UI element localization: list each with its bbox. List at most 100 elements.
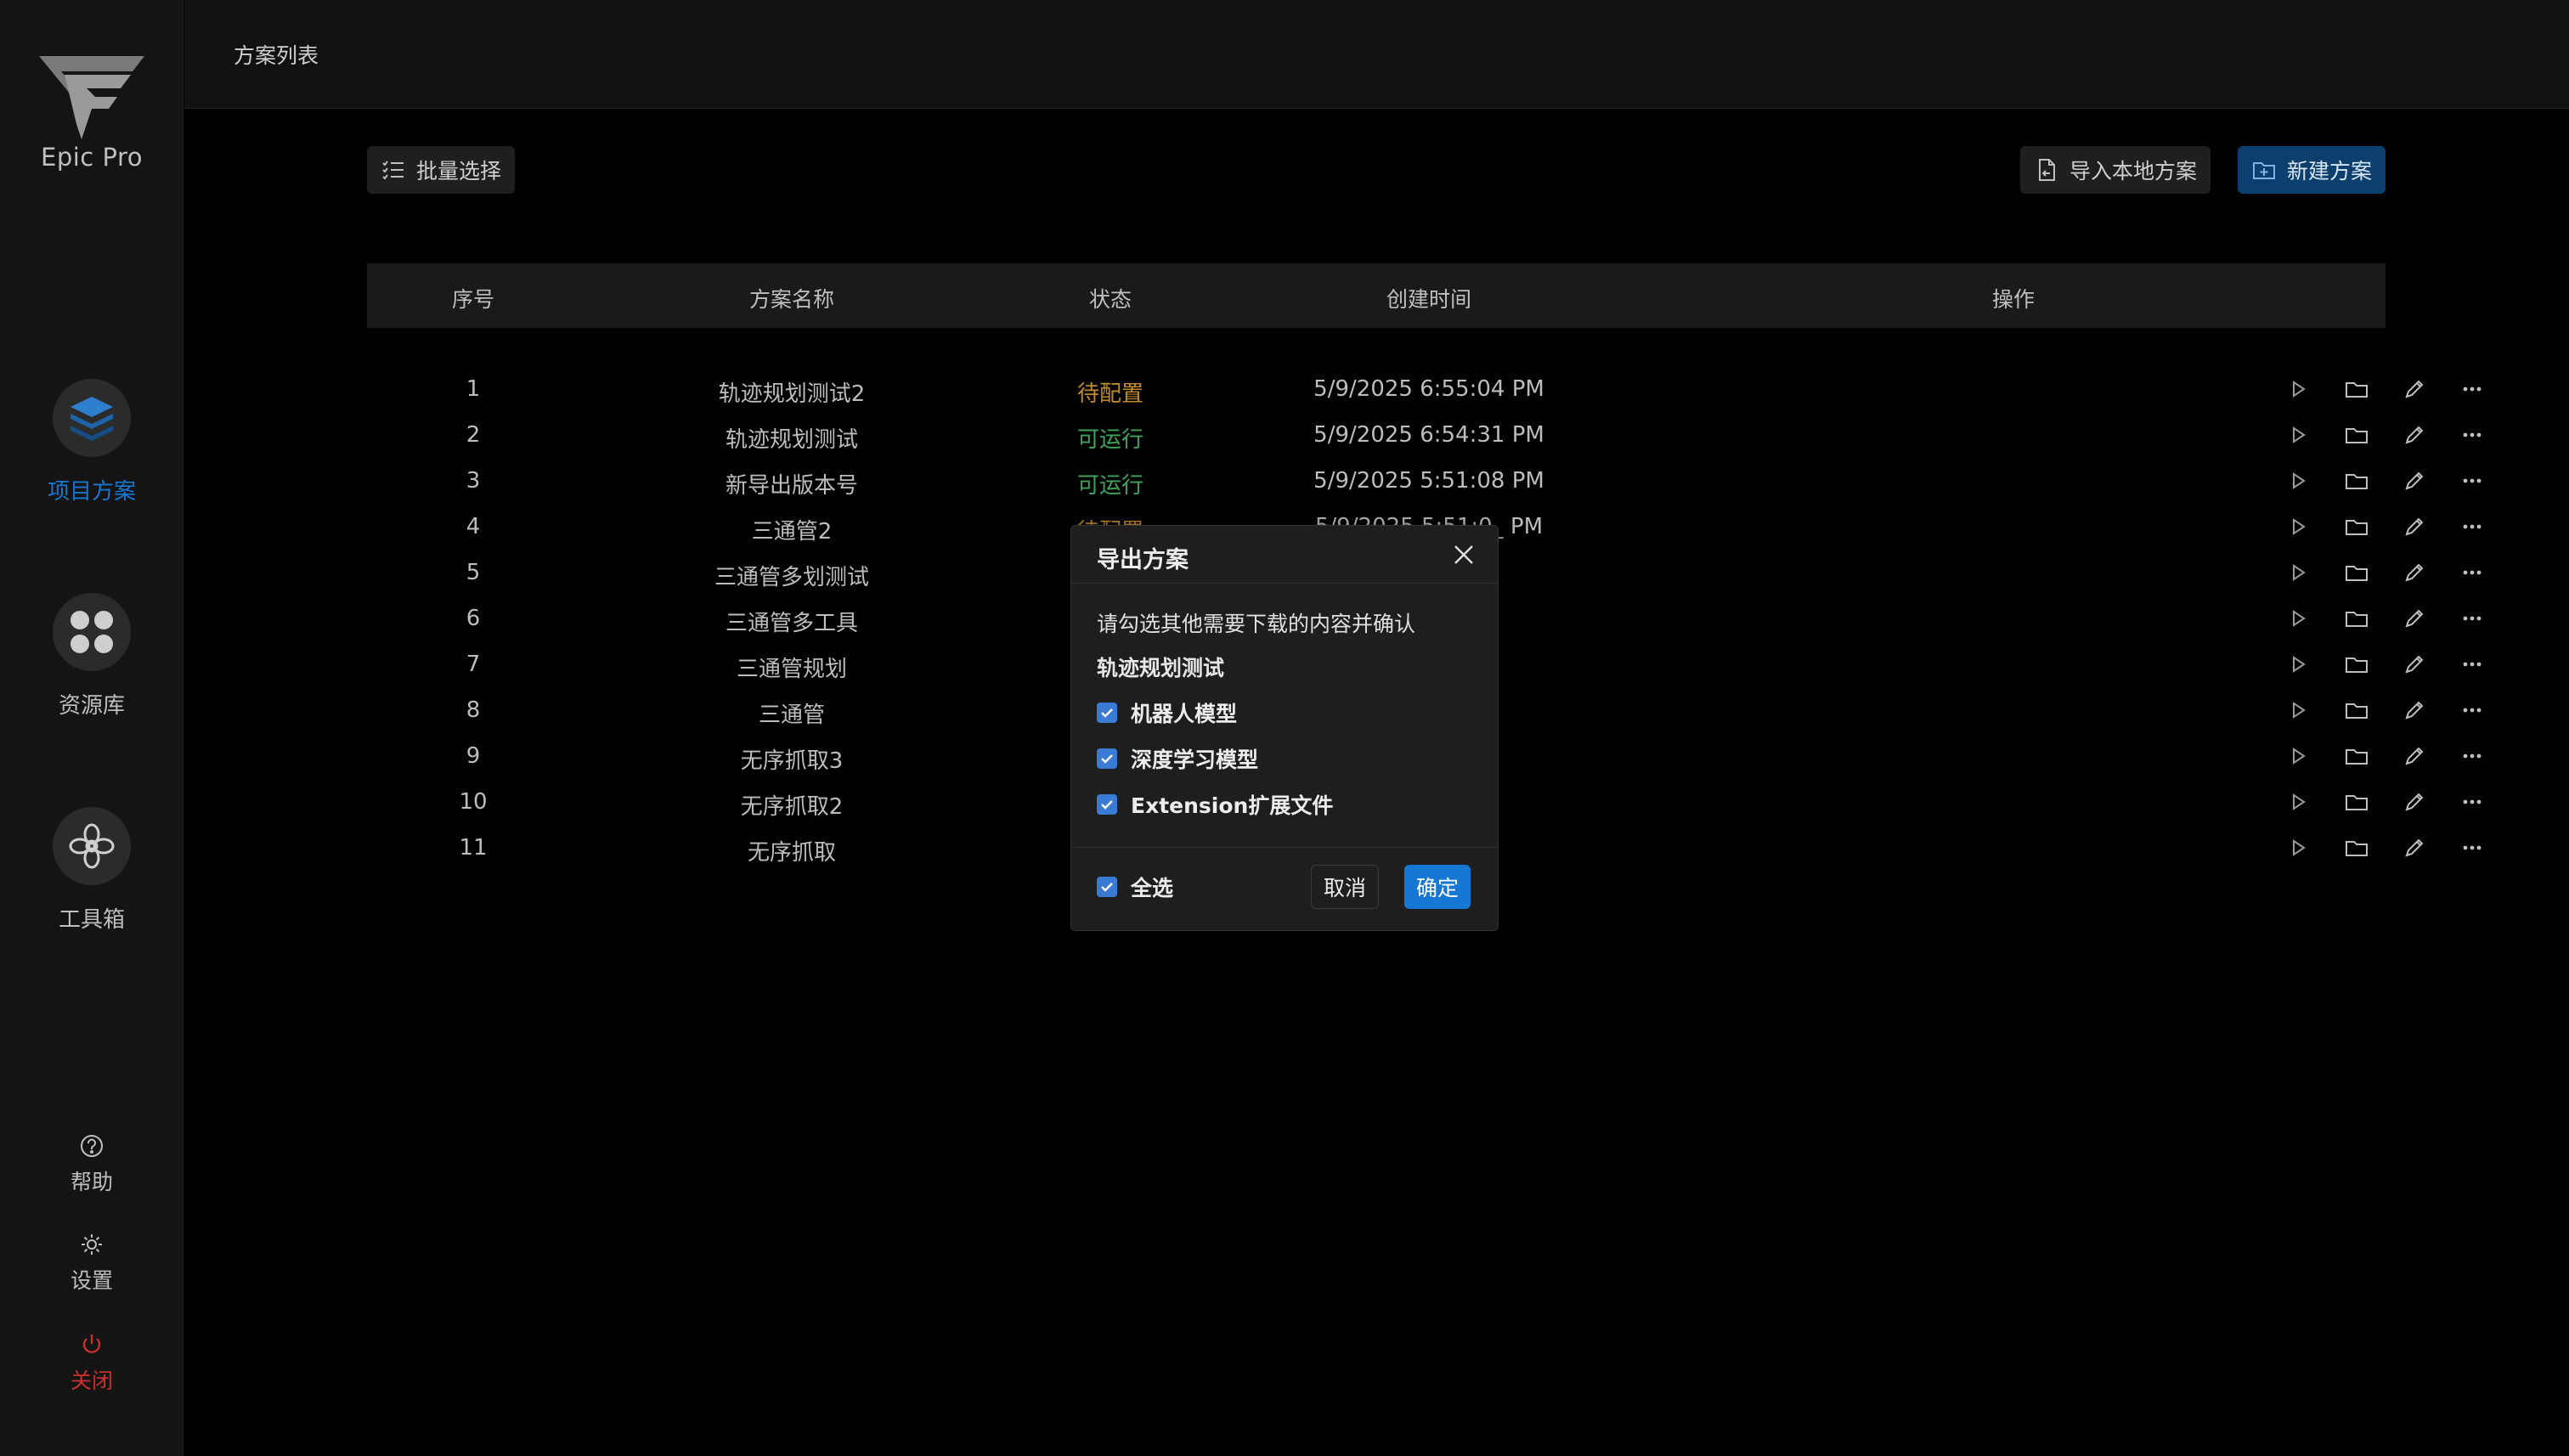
option-deep-learning-model[interactable]: 深度学习模型 xyxy=(1097,743,1258,774)
edit-button[interactable] xyxy=(2386,466,2443,495)
play-button[interactable] xyxy=(2270,650,2328,679)
play-button[interactable] xyxy=(2270,420,2328,449)
sidebar-item-resources[interactable]: 资源库 xyxy=(0,593,184,720)
edit-button[interactable] xyxy=(2386,696,2443,725)
folder-icon xyxy=(2346,428,2368,443)
folder-button[interactable] xyxy=(2328,833,2386,862)
folder-button[interactable] xyxy=(2328,512,2386,541)
row-actions xyxy=(2270,742,2501,770)
edit-button[interactable] xyxy=(2386,787,2443,816)
more-button[interactable] xyxy=(2443,742,2501,770)
more-button[interactable] xyxy=(2443,466,2501,495)
dialog-description: 请勾选其他需要下载的内容并确认 xyxy=(1097,612,1416,636)
edit-button[interactable] xyxy=(2386,742,2443,770)
more-icon xyxy=(2463,799,2481,804)
edit-icon xyxy=(2405,609,2424,628)
edit-button[interactable] xyxy=(2386,604,2443,633)
play-icon xyxy=(2293,381,2306,398)
cell-index: 6 xyxy=(466,606,481,631)
edit-button[interactable] xyxy=(2386,650,2443,679)
sidebar-item-projects[interactable]: 项目方案 xyxy=(0,379,184,505)
play-button[interactable] xyxy=(2270,466,2328,495)
play-icon xyxy=(2293,564,2306,581)
folder-button[interactable] xyxy=(2328,558,2386,587)
confirm-button[interactable]: 确定 xyxy=(1404,865,1471,909)
more-button[interactable] xyxy=(2443,696,2501,725)
import-local-button[interactable]: 导入本地方案 xyxy=(2020,146,2211,194)
folder-button[interactable] xyxy=(2328,375,2386,404)
more-icon xyxy=(2463,570,2481,575)
folder-button[interactable] xyxy=(2328,650,2386,679)
new-plan-button[interactable]: 新建方案 xyxy=(2238,146,2386,194)
cell-name: 三通管2 xyxy=(751,519,833,545)
play-button[interactable] xyxy=(2270,604,2328,633)
play-button[interactable] xyxy=(2270,787,2328,816)
help-button[interactable]: 帮助 xyxy=(0,1133,184,1196)
option-extension-files[interactable]: Extension扩展文件 xyxy=(1097,789,1333,820)
edit-button[interactable] xyxy=(2386,833,2443,862)
logo-icon xyxy=(39,56,144,139)
select-all-checkbox[interactable]: 全选 xyxy=(1097,872,1173,902)
more-button[interactable] xyxy=(2443,558,2501,587)
row-actions xyxy=(2270,558,2501,587)
table-row[interactable]: 3 新导出版本号 可运行 5/9/2025 5:51:08 PM xyxy=(367,458,2481,504)
checkbox[interactable] xyxy=(1097,748,1117,769)
table-row[interactable]: 2 轨迹规划测试 可运行 5/9/2025 6:54:31 PM xyxy=(367,412,2481,458)
cell-status: 可运行 xyxy=(1076,473,1144,499)
more-button[interactable] xyxy=(2443,650,2501,679)
play-button[interactable] xyxy=(2270,742,2328,770)
edit-icon xyxy=(2405,655,2424,674)
import-local-label: 导入本地方案 xyxy=(2069,159,2198,183)
folder-button[interactable] xyxy=(2328,466,2386,495)
edit-button[interactable] xyxy=(2386,512,2443,541)
more-button[interactable] xyxy=(2443,375,2501,404)
row-actions xyxy=(2270,696,2501,725)
cell-index: 8 xyxy=(466,697,481,723)
more-icon xyxy=(2463,753,2481,759)
folder-button[interactable] xyxy=(2328,787,2386,816)
folder-button[interactable] xyxy=(2328,420,2386,449)
folder-icon xyxy=(2346,612,2368,627)
edit-button[interactable] xyxy=(2386,375,2443,404)
cell-name: 轨迹规划测试 xyxy=(725,427,859,453)
column-header-name: 方案名称 xyxy=(748,287,835,312)
flower-icon xyxy=(69,823,115,869)
edit-button[interactable] xyxy=(2386,420,2443,449)
column-header-actions: 操作 xyxy=(1991,287,2035,312)
row-actions xyxy=(2270,512,2501,541)
folder-button[interactable] xyxy=(2328,604,2386,633)
select-all-label: 全选 xyxy=(1131,876,1174,900)
more-button[interactable] xyxy=(2443,604,2501,633)
more-button[interactable] xyxy=(2443,787,2501,816)
more-icon xyxy=(2463,708,2481,713)
settings-button[interactable]: 设置 xyxy=(0,1232,184,1295)
option-robot-model[interactable]: 机器人模型 xyxy=(1097,697,1237,728)
folder-button[interactable] xyxy=(2328,696,2386,725)
table-row[interactable]: 1 轨迹规划测试2 待配置 5/9/2025 6:55:04 PM xyxy=(367,366,2481,412)
play-button[interactable] xyxy=(2270,696,2328,725)
help-label: 帮助 xyxy=(70,1170,113,1194)
close-app-button[interactable]: 关闭 xyxy=(0,1332,184,1395)
checkbox[interactable] xyxy=(1097,703,1117,723)
sidebar-item-toolbox[interactable]: 工具箱 xyxy=(0,807,184,934)
play-button[interactable] xyxy=(2270,558,2328,587)
play-icon xyxy=(2293,839,2306,856)
more-button[interactable] xyxy=(2443,420,2501,449)
close-icon[interactable] xyxy=(1448,539,1479,570)
folder-button[interactable] xyxy=(2328,742,2386,770)
play-button[interactable] xyxy=(2270,375,2328,404)
checkbox[interactable] xyxy=(1097,877,1117,897)
edit-icon xyxy=(2405,426,2424,444)
file-import-icon xyxy=(2039,159,2055,181)
gear-icon xyxy=(82,1234,102,1255)
edit-button[interactable] xyxy=(2386,558,2443,587)
batch-select-button[interactable]: 批量选择 xyxy=(367,146,516,194)
cell-status: 待配置 xyxy=(1076,381,1144,407)
cancel-button[interactable]: 取消 xyxy=(1311,865,1380,909)
more-button[interactable] xyxy=(2443,833,2501,862)
more-button[interactable] xyxy=(2443,512,2501,541)
play-button[interactable] xyxy=(2270,512,2328,541)
power-icon xyxy=(82,1335,101,1353)
checkbox[interactable] xyxy=(1097,794,1117,815)
play-button[interactable] xyxy=(2270,833,2328,862)
